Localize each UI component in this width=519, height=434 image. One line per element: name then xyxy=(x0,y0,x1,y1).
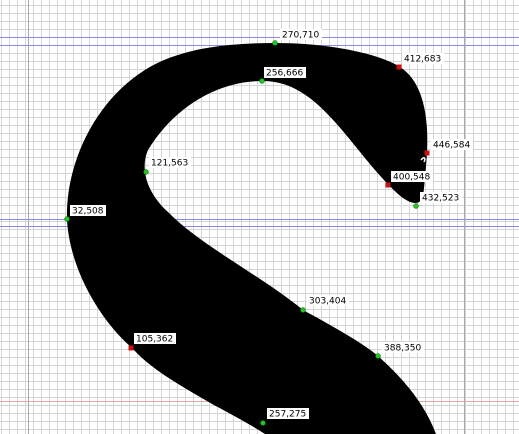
offcurve-point-marker[interactable] xyxy=(385,182,391,188)
point-coordinate-label: 432,523 xyxy=(422,194,459,204)
point-coordinate-label: 270,710 xyxy=(282,31,319,41)
glyph-canvas-svg[interactable]: 270,710 412,683 256,666 446,584 121,563 400,5… xyxy=(0,0,519,434)
oncurve-point-marker[interactable] xyxy=(259,78,265,84)
oncurve-point[interactable]: 388,350 xyxy=(375,342,425,359)
oncurve-point-marker[interactable] xyxy=(260,420,266,426)
oncurve-point-marker[interactable] xyxy=(143,169,149,175)
point-coordinate-label: 257,275 xyxy=(269,410,306,420)
oncurve-point-marker[interactable] xyxy=(413,203,419,209)
point-coordinate-label: 400,548 xyxy=(393,173,430,183)
offcurve-point-marker[interactable] xyxy=(424,150,430,156)
offcurve-point[interactable]: 412,683 xyxy=(396,53,445,70)
oncurve-point-marker[interactable] xyxy=(64,216,70,222)
point-coordinate-label: 121,563 xyxy=(151,159,188,169)
point-coordinate-label: 412,683 xyxy=(404,55,441,65)
point-coordinate-label: 303,404 xyxy=(309,297,346,307)
point-coordinate-label: 32,508 xyxy=(72,207,104,217)
oncurve-point-marker[interactable] xyxy=(375,353,381,359)
oncurve-point[interactable]: 121,563 xyxy=(143,157,192,175)
point-coordinate-label: 446,584 xyxy=(433,141,470,151)
oncurve-point-marker[interactable] xyxy=(300,307,306,313)
offcurve-point-marker[interactable] xyxy=(396,64,402,70)
point-coordinate-label: 256,666 xyxy=(266,69,303,79)
offcurve-point-marker[interactable] xyxy=(128,345,134,351)
point-coordinate-label: 388,350 xyxy=(384,344,421,354)
oncurve-point-marker[interactable] xyxy=(272,40,278,46)
oncurve-point[interactable]: 432,523 xyxy=(413,192,463,209)
glyph-editor-canvas[interactable]: 270,710 412,683 256,666 446,584 121,563 400,5… xyxy=(0,0,519,434)
point-coordinate-label: 105,362 xyxy=(136,335,173,345)
